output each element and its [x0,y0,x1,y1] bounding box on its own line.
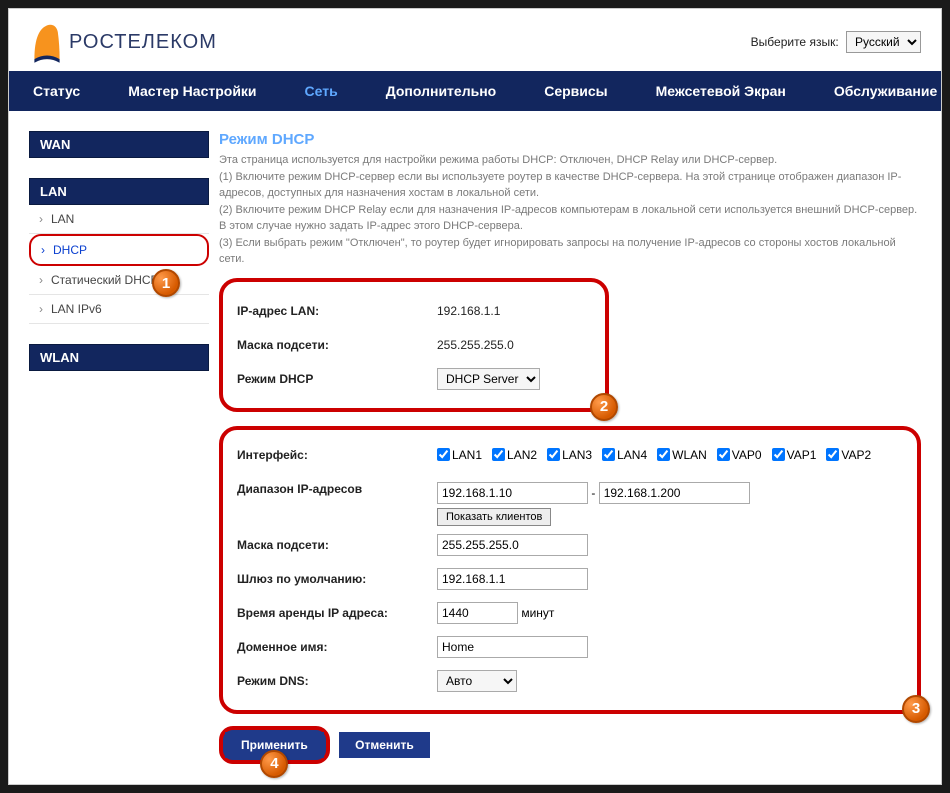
sidebar-item-dhcp[interactable]: DHCP [29,234,209,266]
dhcp-mode-card: IP-адрес LAN:192.168.1.1 Маска подсети:2… [219,278,609,412]
dhcp-mode-select[interactable]: DHCP Server [437,368,540,390]
iface-lan3-checkbox[interactable] [547,448,560,461]
dns-mode-label: Режим DNS: [237,674,437,688]
header: РОСТЕЛЕКОМ Выберите язык: Русский [9,9,941,71]
ip-lan-label: IP-адрес LAN: [237,304,437,318]
iface-vap2[interactable]: VAP2 [826,448,871,462]
iface-lan3[interactable]: LAN3 [547,448,592,462]
iface-vap1-checkbox[interactable] [772,448,785,461]
iface-vap0-checkbox[interactable] [717,448,730,461]
subnet-mask-label: Маска подсети: [237,338,437,352]
annotation-badge-4: 4 [260,750,288,778]
iface-vap0[interactable]: VAP0 [717,448,762,462]
content: Режим DHCP Эта страница используется для… [209,131,941,764]
nav-item-6[interactable]: Обслуживание [810,71,950,111]
button-row: Применить 4 Отменить [219,726,921,764]
ip-range-from-input[interactable] [437,482,588,504]
logo: РОСТЕЛЕКОМ [29,19,217,65]
domain-label: Доменное имя: [237,640,437,654]
apply-button-highlight: Применить 4 [219,726,330,764]
cancel-button[interactable]: Отменить [339,732,430,758]
annotation-badge-1: 1 [152,269,180,297]
language-picker: Выберите язык: Русский [751,31,921,53]
iface-vap1[interactable]: VAP1 [772,448,817,462]
subnet-mask-input[interactable] [437,534,588,556]
nav-item-4[interactable]: Сервисы [520,71,631,111]
ip-lan-value: 192.168.1.1 [437,304,500,318]
nav-item-5[interactable]: Межсетевой Экран [632,71,810,111]
ip-range-to-input[interactable] [599,482,750,504]
nav-item-0[interactable]: Статус [9,71,104,111]
subnet-mask-value: 255.255.255.0 [437,338,514,352]
sidebar-item-lan[interactable]: LAN [29,205,209,234]
brand-text: РОСТЕЛЕКОМ [69,31,217,54]
dhcp-server-card: Интерфейс: LAN1 LAN2 LAN3 LAN4 WLAN VAP0 VAP1 V… [219,426,921,714]
dns-mode-select[interactable]: Авто [437,670,517,692]
annotation-badge-2: 2 [590,393,618,421]
iface-lan2-checkbox[interactable] [492,448,505,461]
iface-lan4[interactable]: LAN4 [602,448,647,462]
iface-wlan-checkbox[interactable] [657,448,670,461]
iface-lan1-checkbox[interactable] [437,448,450,461]
gateway-label: Шлюз по умолчанию: [237,572,437,586]
iface-lan1[interactable]: LAN1 [437,448,482,462]
iface-lan4-checkbox[interactable] [602,448,615,461]
iface-wlan[interactable]: WLAN [657,448,707,462]
page-description: Эта страница используется для настройки … [219,152,921,268]
ip-range-label: Диапазон IP-адресов [237,482,437,496]
lease-unit: минут [521,606,554,620]
main-nav: СтатусМастер НастройкиСетьДополнительноС… [9,71,941,111]
lease-input[interactable] [437,602,518,624]
iface-vap2-checkbox[interactable] [826,448,839,461]
language-label: Выберите язык: [751,35,839,49]
dhcp-mode-label: Режим DHCP [237,372,437,386]
domain-input[interactable] [437,636,588,658]
sidebar-group-wan[interactable]: WAN [29,131,209,158]
sidebar-group-lan[interactable]: LAN [29,178,209,205]
nav-item-1[interactable]: Мастер Настройки [104,71,280,111]
sidebar-group-wlan[interactable]: WLAN [29,344,209,371]
language-select[interactable]: Русский [846,31,921,53]
sidebar-item-lan-ipv6[interactable]: LAN IPv6 [29,295,209,324]
sidebar: WANLANLANDHCPСтатический DHCPLAN IPv6WLA… [9,131,209,764]
gateway-input[interactable] [437,568,588,590]
interface-label: Интерфейс: [237,448,437,462]
page: РОСТЕЛЕКОМ Выберите язык: Русский Статус… [8,8,942,785]
page-title: Режим DHCP [219,131,921,148]
annotation-badge-3: 3 [902,695,930,723]
nav-item-2[interactable]: Сеть [281,71,362,111]
interface-checkbox-group: LAN1 LAN2 LAN3 LAN4 WLAN VAP0 VAP1 VAP2 [437,448,903,462]
show-clients-button[interactable]: Показать клиентов [437,508,551,526]
subnet-mask2-label: Маска подсети: [237,538,437,552]
sidebar-item-статический-dhcp[interactable]: Статический DHCP [29,266,209,295]
lease-label: Время аренды IP адреса: [237,606,437,620]
iface-lan2[interactable]: LAN2 [492,448,537,462]
rostelecom-logo-icon [29,19,65,65]
nav-item-3[interactable]: Дополнительно [362,71,520,111]
